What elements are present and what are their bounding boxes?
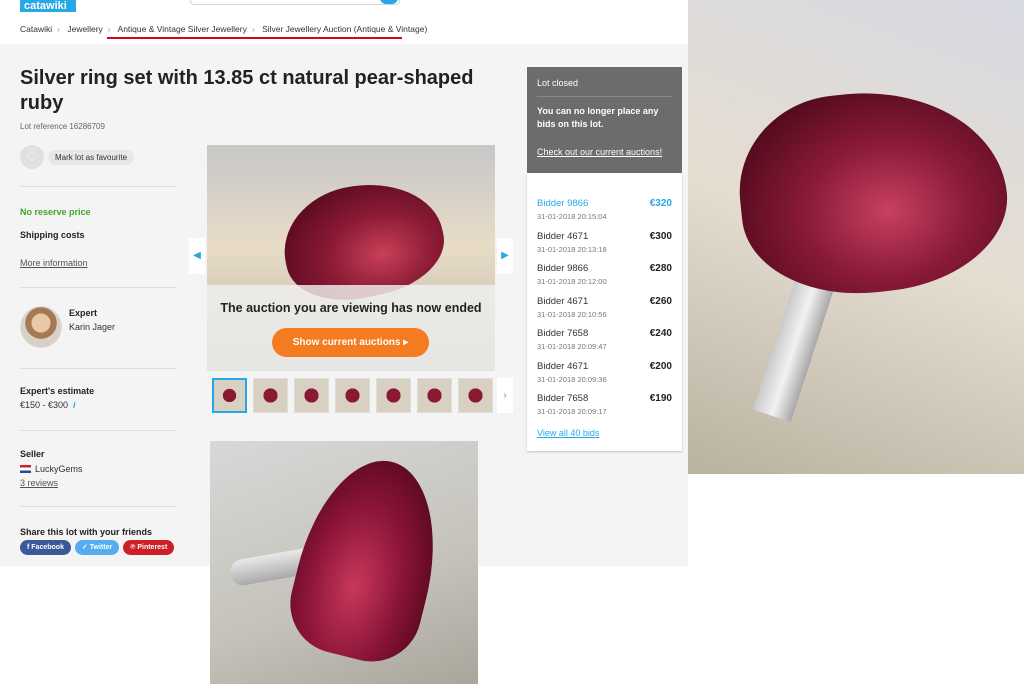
search-input[interactable] [190, 0, 400, 5]
twitter-share-button[interactable]: ✓ Twitter [74, 540, 120, 555]
estimate-value: €150 - €300 i [20, 400, 76, 410]
play-arrow-icon: ▸ [403, 337, 409, 348]
gallery-prev-arrow[interactable]: ◀ [189, 238, 205, 274]
bid-time: 31-01-2018 20:10:56 [537, 309, 607, 319]
facebook-share-button[interactable]: f Facebook [20, 540, 71, 555]
thumbnail-next-arrow[interactable]: › [497, 378, 513, 413]
twitter-label: Twitter [89, 544, 113, 551]
bid-row: Bidder 9866 31-01-2018 20:12:00 €280 [537, 263, 672, 296]
thumbnail[interactable] [376, 378, 411, 413]
view-all-bids-link[interactable]: View all 40 bids [537, 428, 672, 438]
divider [20, 287, 176, 288]
twitter-icon: ✓ [81, 544, 90, 551]
divider [20, 368, 176, 369]
bid-amount: €200 [649, 360, 672, 372]
seller-reviews-link[interactable]: 3 reviews [20, 478, 58, 488]
bid-amount: €190 [649, 393, 672, 404]
bid-amount: €260 [649, 295, 672, 307]
bid-amount: €300 [649, 230, 672, 242]
bid-row: Bidder 4671 31-01-2018 20:13:18 €300 [537, 231, 672, 264]
auction-ended-text: The auction you are viewing has now ende… [220, 301, 482, 315]
estimate-amount: €150 - €300 [20, 400, 69, 410]
pinterest-share-button[interactable]: ℗ Pinterest [123, 540, 175, 555]
seller-name[interactable]: LuckyGems [20, 464, 83, 474]
breadcrumb-item[interactable]: Jewellery [67, 24, 102, 34]
lot-title: Silver ring set with 13.85 ct natural pe… [20, 67, 474, 114]
share-buttons: f Facebook ✓ Twitter ℗ Pinterest [20, 540, 175, 555]
divider [20, 506, 176, 507]
ruby-ring-photo-side [210, 441, 478, 684]
favourite-button[interactable]: ♡ Mark lot as favourite [20, 145, 135, 169]
bid-row: Bidder 9866 31-01-2018 20:15:04 €320 [537, 198, 672, 231]
info-icon[interactable]: i [73, 400, 76, 410]
lot-closed-message: You can no longer place any bids on this… [537, 106, 659, 129]
share-label: Share this lot with your friends [20, 527, 153, 537]
thumbnail[interactable] [253, 378, 288, 413]
favourite-label[interactable]: Mark lot as favourite [48, 149, 135, 165]
pinterest-label: Pinterest [137, 544, 168, 551]
show-current-auctions-label: Show current auctions [292, 337, 401, 348]
breadcrumb: Catawiki › Jewellery › Antique & Vintage S… [0, 14, 688, 44]
seller-name-text[interactable]: LuckyGems [35, 464, 83, 474]
red-underline-annotation [107, 37, 402, 39]
bid-time: 31-01-2018 20:15:04 [537, 212, 607, 221]
divider [20, 186, 176, 187]
netherlands-flag-icon [20, 465, 31, 473]
heart-icon[interactable]: ♡ [20, 145, 44, 169]
catawiki-logo[interactable]: catawiki [20, 0, 76, 12]
breadcrumb-item[interactable]: Silver Jewellery Auction (Antique & Vint… [262, 24, 427, 34]
breadcrumb-item[interactable]: Catawiki [20, 24, 52, 34]
bid-time: 31-01-2018 20:12:00 [537, 277, 607, 286]
lot-reference: Lot reference 16286709 [20, 122, 105, 131]
bid-time: 31-01-2018 20:09:36 [537, 374, 607, 384]
current-auctions-link[interactable]: Check out our current auctions! [537, 147, 672, 157]
divider [20, 430, 176, 431]
ruby-ring-photo-closeup [688, 0, 1024, 474]
pear-ruby [279, 446, 457, 672]
bid-time: 31-01-2018 20:09:17 [537, 407, 607, 416]
bid-amount: €280 [649, 263, 672, 274]
bid-row: Bidder 7658 31-01-2018 20:09:47 €240 [537, 328, 672, 361]
top-bar: catawiki [0, 0, 688, 14]
chevron-right-icon: › [57, 24, 60, 34]
breadcrumb-item[interactable]: Antique & Vintage Silver Jewellery [118, 24, 247, 34]
facebook-label: Facebook [31, 544, 64, 551]
expert-label: Expert [69, 308, 98, 318]
no-reserve-label: No reserve price [20, 207, 91, 217]
bid-amount: €320 [649, 198, 672, 209]
seller-label: Seller [20, 449, 45, 459]
main-image-gallery[interactable]: The auction you are viewing has now ende… [207, 145, 495, 371]
bid-time: 31-01-2018 20:09:47 [537, 342, 607, 351]
thumbnail[interactable] [417, 378, 452, 413]
estimate-label: Expert's estimate [20, 386, 95, 396]
thumbnail[interactable] [212, 378, 247, 413]
bid-amount: €240 [649, 328, 672, 339]
bid-row: Bidder 7658 31-01-2018 20:09:17 €190 [537, 393, 672, 426]
shipping-costs-label: Shipping costs [20, 230, 85, 240]
bid-history-panel: Bidder 9866 31-01-2018 20:15:04 €320 Bid… [527, 173, 682, 451]
lot-closed-panel: Lot closed You can no longer place any b… [527, 67, 682, 173]
more-information-link[interactable]: More information [20, 258, 88, 268]
thumbnail-strip [212, 378, 493, 413]
lot-closed-heading: Lot closed [537, 78, 672, 97]
thumbnail[interactable] [335, 378, 370, 413]
expert-name: Karin Jager [69, 322, 116, 332]
thumbnail[interactable] [458, 378, 493, 413]
gallery-next-arrow[interactable]: ▶ [497, 238, 513, 274]
expert-avatar [20, 306, 62, 348]
bid-time: 31-01-2018 20:13:18 [537, 244, 607, 254]
bid-row: Bidder 4671 31-01-2018 20:10:56 €260 [537, 296, 672, 329]
show-current-auctions-button[interactable]: Show current auctions ▸ [272, 328, 429, 357]
chevron-right-icon: › [251, 24, 255, 34]
bid-row: Bidder 4671 31-01-2018 20:09:36 €200 [537, 361, 672, 394]
pear-ruby [730, 78, 1016, 306]
thumbnail[interactable] [294, 378, 329, 413]
chevron-right-icon: › [107, 24, 111, 34]
